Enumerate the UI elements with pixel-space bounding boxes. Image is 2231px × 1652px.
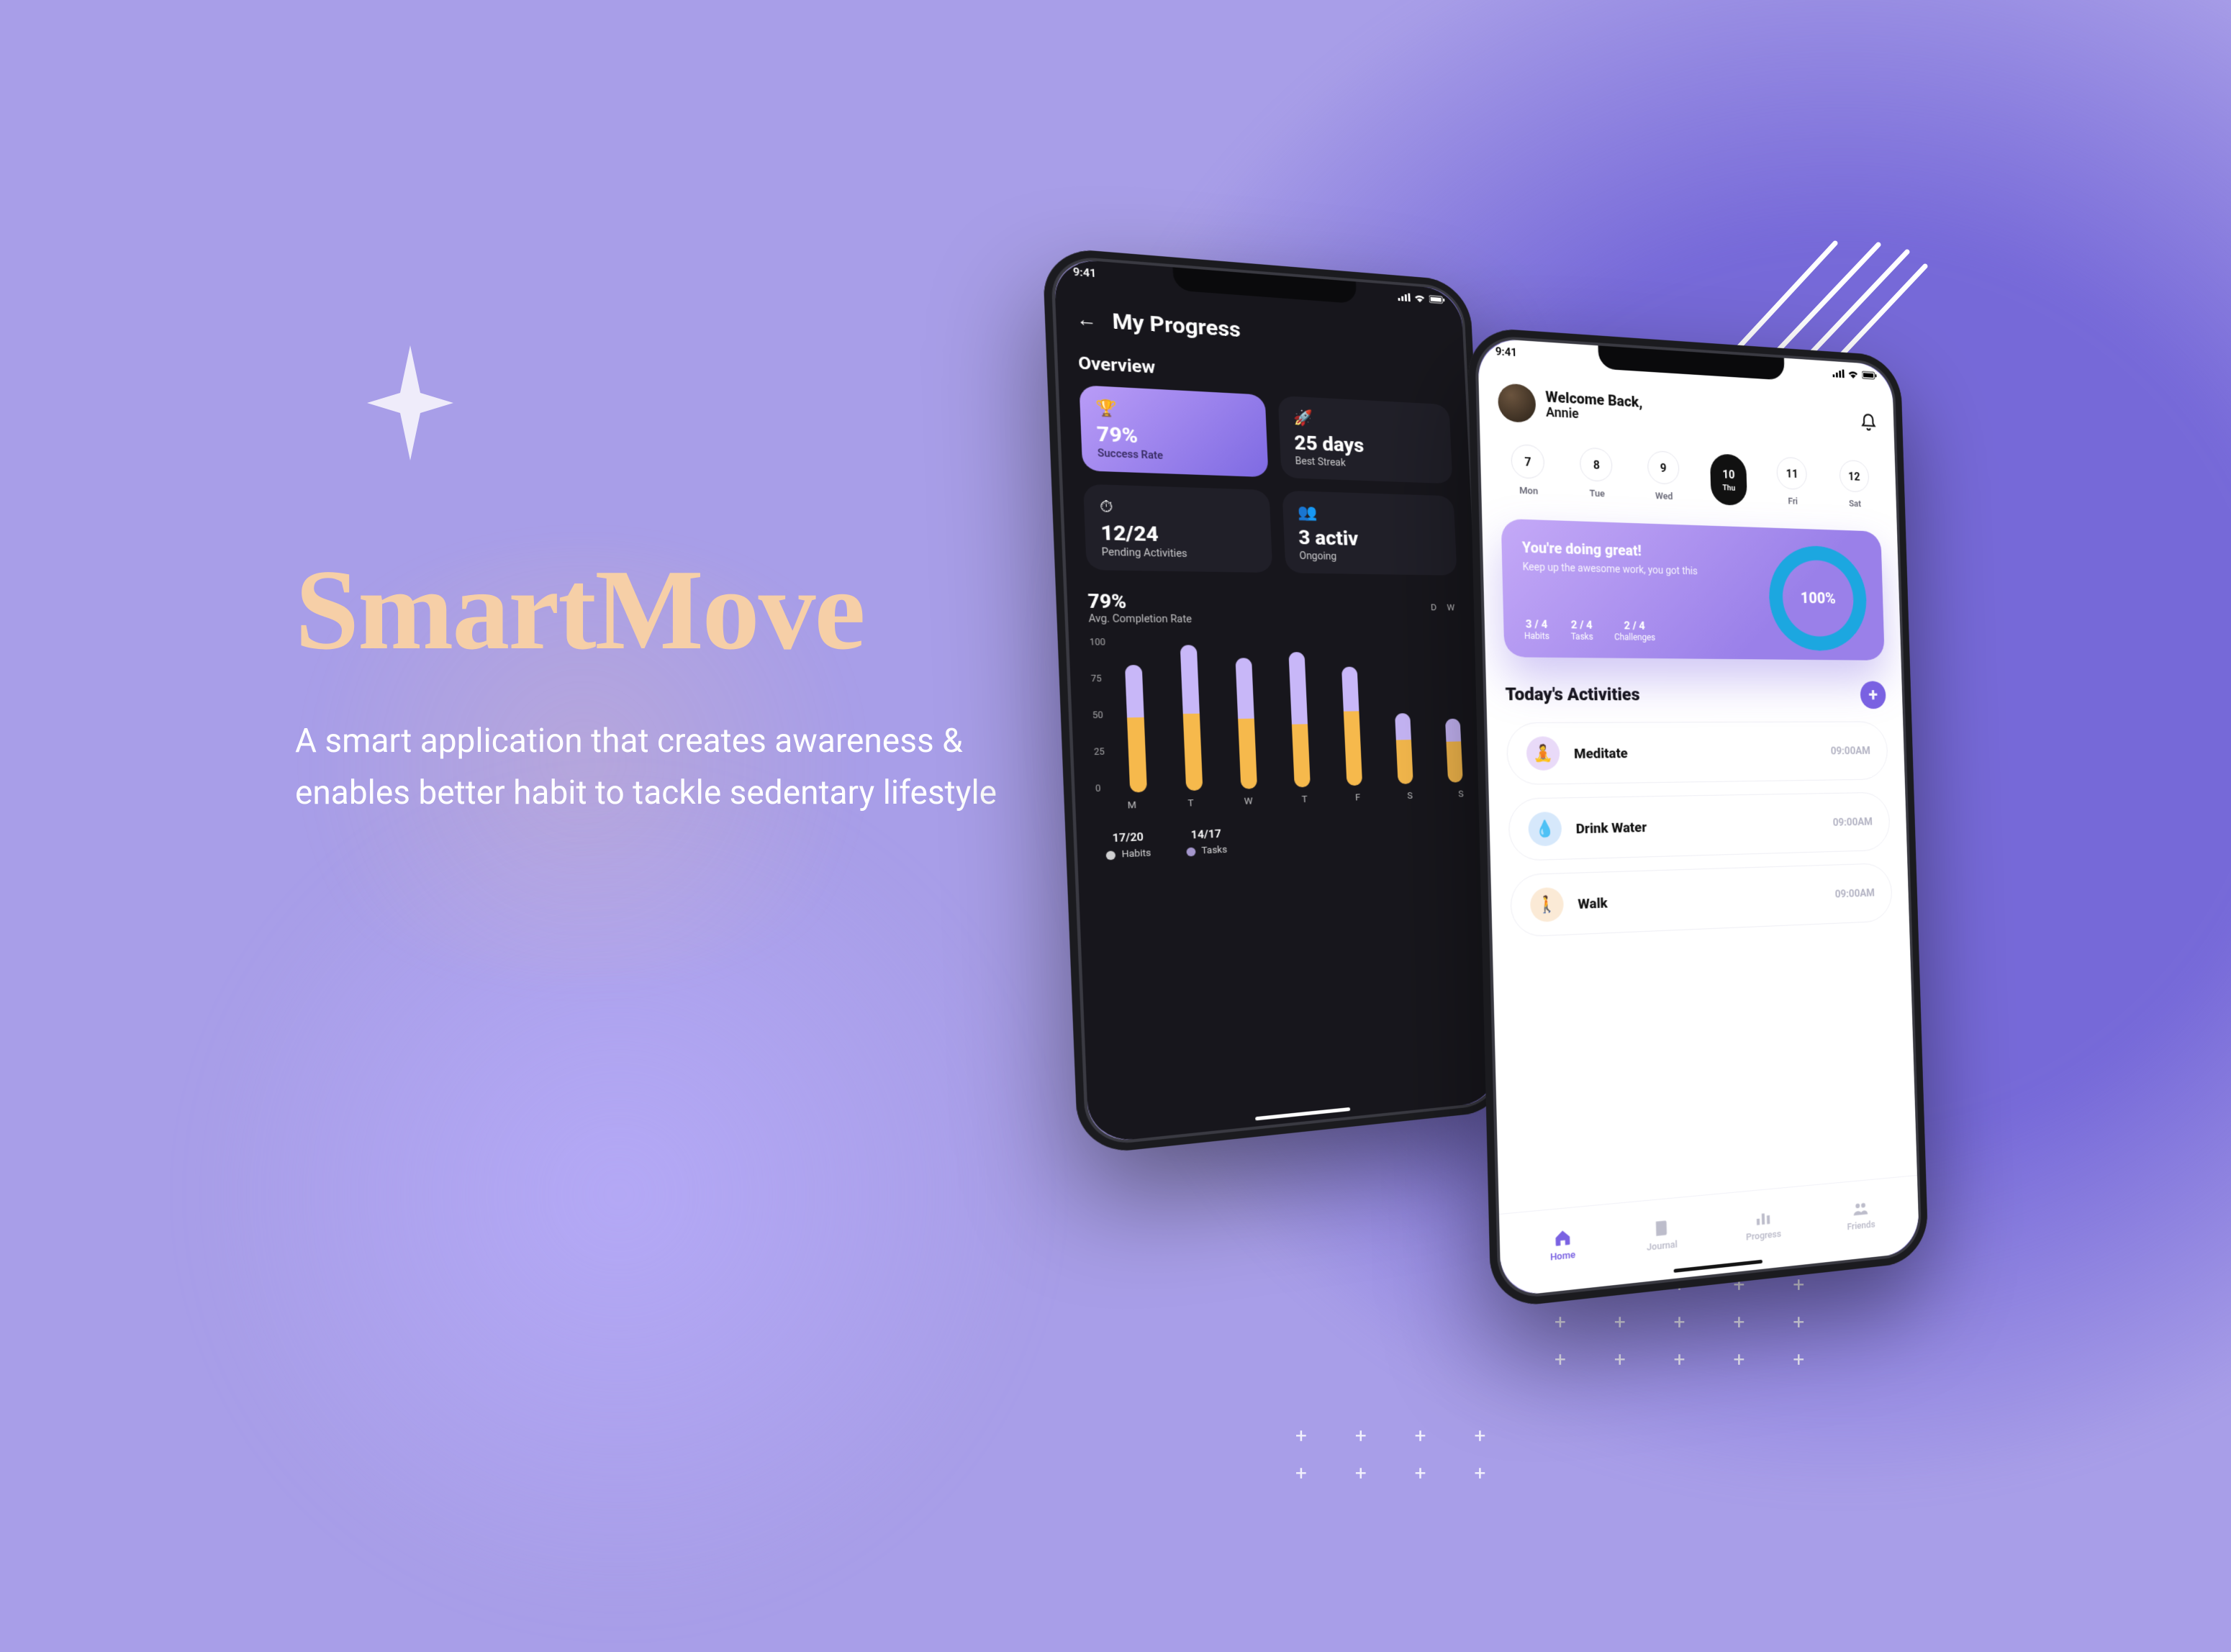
legend-habits: 17/20 Habits <box>1105 830 1151 861</box>
stat-label: Pending Activities <box>1101 547 1257 561</box>
card-copy: Keep up the awesome work, you got this <box>1522 560 1726 579</box>
avg-completion-label: Avg. Completion Rate <box>1088 613 1192 625</box>
mini-challenges: 2 / 4Challenges <box>1614 619 1655 643</box>
completion-chart: 1007550250 <box>1090 637 1467 794</box>
day-wed[interactable]: 9Wed <box>1636 450 1691 504</box>
progress-card[interactable]: You're doing great! Keep up the awesome … <box>1501 519 1885 661</box>
avg-completion-value: 79% <box>1087 591 1192 614</box>
mini-tasks: 2 / 4Tasks <box>1570 618 1593 642</box>
chart-bar <box>1125 665 1147 793</box>
progress-icon <box>1754 1208 1772 1228</box>
app-tagline: A smart application that creates awarene… <box>295 715 1000 819</box>
phone-home: 9:41 Welcome Back, Annie <box>1467 327 1928 1310</box>
day-fri[interactable]: 11Fri <box>1766 456 1819 509</box>
chart-bar <box>1341 667 1362 786</box>
tab-journal[interactable]: Journal <box>1646 1217 1678 1253</box>
legend-value: 14/17 <box>1190 827 1221 842</box>
activity-row[interactable]: 🚶 Walk 09:00AM <box>1510 863 1893 938</box>
activity-time: 09:00AM <box>1832 815 1873 829</box>
journal-icon <box>1652 1218 1671 1239</box>
home-icon <box>1553 1227 1572 1249</box>
tab-label: Friends <box>1847 1220 1875 1233</box>
rocket-icon: 🚀 <box>1293 409 1436 434</box>
wifi-icon <box>1414 294 1426 303</box>
page-title: My Progress <box>1112 309 1241 342</box>
legend-tasks: 14/17 Tasks <box>1185 827 1227 857</box>
signal-icon <box>1832 369 1844 378</box>
chart-bar <box>1180 645 1203 791</box>
add-activity-button[interactable]: + <box>1860 681 1886 709</box>
app-title: SmartMove <box>295 543 1000 676</box>
stat-success-rate[interactable]: 🏆 79% Success Rate <box>1079 385 1268 477</box>
chart-bar <box>1289 652 1311 787</box>
chart-y-axis: 1007550250 <box>1090 637 1112 794</box>
trophy-icon: 🏆 <box>1095 399 1252 425</box>
dot-icon <box>1186 847 1195 856</box>
day-thu[interactable]: 10Thu <box>1702 453 1756 507</box>
clock-icon: ⏱ <box>1100 498 1256 520</box>
friends-icon <box>1852 1199 1869 1219</box>
stat-best-streak[interactable]: 🚀 25 days Best Streak <box>1278 396 1453 484</box>
progress-ring-label: 100% <box>1768 545 1868 651</box>
activity-time: 09:00AM <box>1834 886 1875 901</box>
phone-mockups: 9:41 ← My Progress Overview 🏆 79% <box>1101 252 2130 1475</box>
tab-home[interactable]: Home <box>1549 1227 1575 1263</box>
stat-value: 12/24 <box>1100 521 1257 548</box>
activity-name: Drink Water <box>1575 814 1820 837</box>
bell-icon[interactable] <box>1860 412 1878 432</box>
activity-time: 09:00AM <box>1830 744 1870 757</box>
activity-row[interactable]: 🧘 Meditate 09:00AM <box>1506 721 1888 785</box>
chart-bar <box>1445 718 1463 782</box>
tab-progress[interactable]: Progress <box>1745 1207 1781 1243</box>
day-sat[interactable]: 12Sat <box>1829 459 1880 511</box>
hero: SmartMove A smart application that creat… <box>295 543 1000 819</box>
phone-progress: 9:41 ← My Progress Overview 🏆 79% <box>1042 247 1510 1156</box>
wifi-icon <box>1848 370 1858 378</box>
activity-icon: 🧘 <box>1526 736 1560 771</box>
status-time: 9:41 <box>1495 345 1517 359</box>
day-mon[interactable]: 7Mon <box>1499 443 1557 499</box>
chart-legend: 17/20 Habits 14/17 Tasks <box>1098 817 1470 861</box>
tab-label: Home <box>1550 1250 1575 1263</box>
tab-label: Journal <box>1647 1239 1678 1253</box>
activity-icon: 🚶 <box>1530 887 1564 922</box>
stat-ongoing[interactable]: 👥 3 activ Ongoing <box>1282 491 1457 576</box>
chart-bar <box>1395 713 1413 784</box>
stat-value: 25 days <box>1294 431 1439 460</box>
signal-icon <box>1398 292 1411 301</box>
day-tue[interactable]: 8Tue <box>1568 447 1624 502</box>
section-heading-activities: Today's Activities <box>1505 684 1639 704</box>
chart-bar <box>1236 658 1257 789</box>
legend-value: 17/20 <box>1112 830 1144 845</box>
battery-icon <box>1862 371 1877 380</box>
legend-label: Tasks <box>1201 845 1227 857</box>
range-toggle[interactable]: D W <box>1431 603 1459 614</box>
legend-label: Habits <box>1121 848 1151 860</box>
activity-name: Walk <box>1578 886 1822 912</box>
tab-label: Progress <box>1746 1229 1781 1243</box>
sparkle-icon <box>367 345 453 463</box>
week-strip: 7Mon8Tue9Wed10Thu11Fri12Sat <box>1499 443 1880 511</box>
stat-value: 3 activ <box>1298 526 1443 553</box>
activity-name: Meditate <box>1574 743 1818 761</box>
dot-icon <box>1106 850 1116 860</box>
stat-label: Ongoing <box>1299 550 1443 564</box>
activity-row[interactable]: 💧 Drink Water 09:00AM <box>1508 792 1891 861</box>
mini-habits: 3 / 4Habits <box>1524 617 1549 641</box>
status-time: 9:41 <box>1073 265 1097 280</box>
chart-bars <box>1119 637 1467 793</box>
welcome-text: Welcome Back, Annie <box>1545 389 1643 426</box>
activity-icon: 💧 <box>1528 812 1562 846</box>
avatar[interactable] <box>1498 383 1537 423</box>
battery-icon <box>1429 295 1446 304</box>
stat-pending[interactable]: ⏱ 12/24 Pending Activities <box>1083 484 1272 573</box>
back-icon[interactable]: ← <box>1076 308 1097 332</box>
tab-friends[interactable]: Friends <box>1847 1198 1875 1233</box>
people-icon: 👥 <box>1297 504 1441 525</box>
